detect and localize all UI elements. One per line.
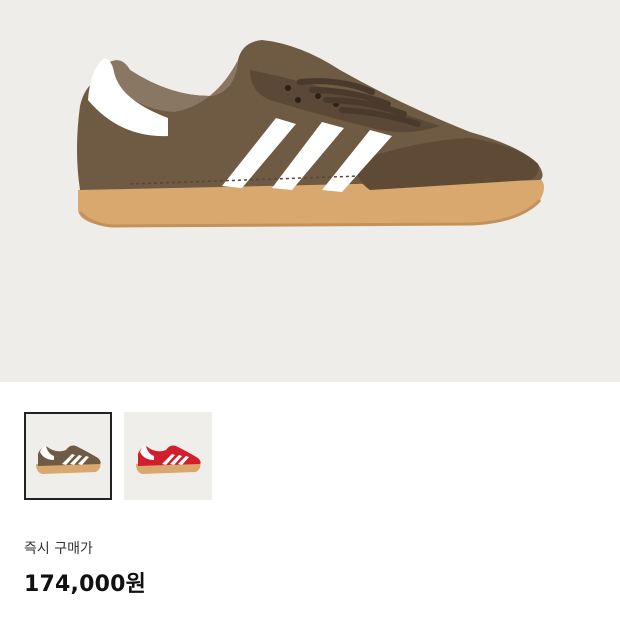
sneaker-red-thumbnail: [136, 445, 201, 474]
instant-buy-price: 174,000원: [24, 572, 147, 597]
thumbnail-red[interactable]: [124, 412, 212, 500]
sneaker-brown-thumbnail: [36, 445, 101, 474]
thumbnail-strip: [24, 412, 212, 500]
sneaker-brown-image: [77, 40, 544, 228]
instant-buy-price-label: 즉시 구매가: [24, 541, 93, 557]
product-hero-image[interactable]: [0, 0, 620, 382]
thumbnail-brown[interactable]: [24, 412, 112, 500]
